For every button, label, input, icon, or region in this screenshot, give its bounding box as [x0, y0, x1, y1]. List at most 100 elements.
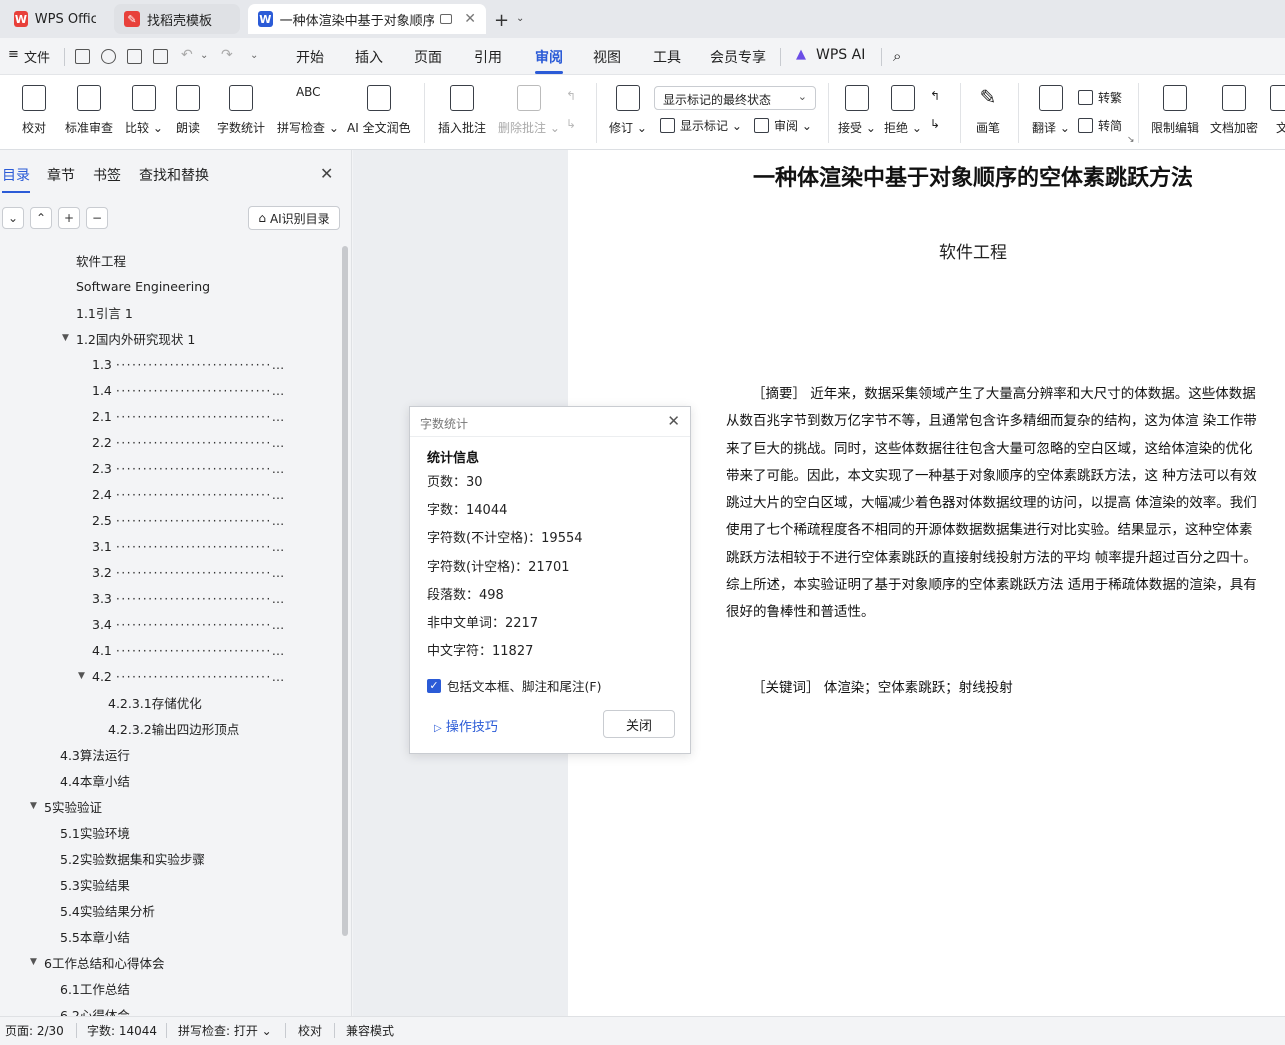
collapse-down-icon[interactable]: ⌄ — [2, 207, 24, 229]
spell-check-indicator[interactable]: 拼写检查: 打开 ⌄ — [178, 1022, 272, 1039]
tab-wps-office[interactable]: W WPS Office — [4, 4, 106, 34]
pen-button[interactable]: ✎ 画笔 — [976, 85, 1000, 136]
track-changes-button[interactable]: 修订 ⌄ — [609, 85, 647, 136]
expand-triangle-icon[interactable]: ▼ — [62, 333, 69, 343]
tab-bookmarks[interactable]: 书签 — [93, 165, 121, 185]
proofread-button[interactable]: 校对 — [22, 85, 46, 136]
expand-plus-icon[interactable]: + — [58, 207, 80, 229]
reject-button[interactable]: 拒绝 ⌄ — [884, 85, 922, 136]
toc-item[interactable]: 3.3 ·····························… — [0, 585, 286, 611]
close-tab-icon[interactable]: ✕ — [464, 11, 476, 27]
collapse-up-icon[interactable]: ⌃ — [30, 207, 52, 229]
toc-item[interactable]: Software Engineering — [0, 273, 210, 299]
proof-indicator[interactable]: 校对 — [298, 1022, 322, 1039]
menu-view[interactable]: 视图 — [593, 47, 621, 67]
toc-item[interactable]: 4.4本章小结 — [0, 767, 130, 793]
menu-start[interactable]: 开始 — [296, 47, 324, 67]
ai-toc-button[interactable]: ⌂ AI识别目录 — [248, 206, 340, 230]
standard-review-button[interactable]: 标准审查 — [65, 85, 113, 136]
read-aloud-button[interactable]: 朗读 — [176, 85, 200, 136]
encrypt-button[interactable]: 文档加密 — [1210, 85, 1258, 136]
toc-item[interactable]: 5.5本章小结 — [0, 923, 130, 949]
next-change-icon[interactable]: ↳ — [930, 117, 940, 131]
redo-icon[interactable]: ↷ — [221, 47, 233, 63]
toc-item[interactable]: 1.3 ·····························… — [0, 351, 286, 377]
toc-item[interactable]: 5.3实验结果 — [0, 871, 130, 897]
expand-triangle-icon[interactable]: ▼ — [78, 671, 85, 681]
tab-template[interactable]: ✎ 找稻壳模板 — [114, 4, 240, 34]
compare-button[interactable]: 比较 ⌄ — [125, 85, 163, 136]
toc-item[interactable]: 2.5 ·····························… — [0, 507, 286, 533]
toc-item[interactable]: 5.4实验结果分析 — [0, 897, 155, 923]
restrict-edit-button[interactable]: 限制编辑 — [1151, 85, 1199, 136]
toc-item[interactable]: 2.4 ·····························… — [0, 481, 286, 507]
menu-wps-ai[interactable]: WPS AI — [816, 47, 865, 63]
undo-icon[interactable]: ↶ — [181, 47, 193, 63]
toc-item[interactable]: 4.3算法运行 — [0, 741, 130, 767]
share-icon[interactable] — [101, 49, 116, 64]
collapse-minus-icon[interactable]: − — [86, 207, 108, 229]
print-preview-icon[interactable] — [153, 49, 168, 64]
toc-item[interactable]: 4.2.3.1存储优化 — [0, 689, 202, 715]
toc-item[interactable]: 1.4 ·····························… — [0, 377, 286, 403]
tab-toc[interactable]: 目录 — [2, 165, 30, 193]
expand-triangle-icon[interactable]: ▼ — [30, 957, 37, 967]
toc-item[interactable]: 6.2心得体会 — [0, 1001, 130, 1017]
show-markup-button[interactable]: 显示标记 ⌄ — [660, 117, 742, 134]
tab-chapters[interactable]: 章节 — [47, 165, 75, 185]
print-icon[interactable] — [127, 49, 142, 64]
hamburger-icon[interactable]: ≡ — [8, 47, 19, 62]
new-tab-icon[interactable]: + — [494, 10, 509, 31]
prev-comment-icon[interactable]: ↰ — [566, 89, 576, 103]
tips-link[interactable]: ▷ 操作技巧 — [434, 716, 498, 735]
ai-polish-button[interactable]: AI 全文润色 — [347, 85, 411, 136]
toc-item[interactable]: ▼ 6工作总结和心得体会 — [0, 949, 164, 975]
close-pane-icon[interactable]: ✕ — [320, 164, 333, 183]
toc-item[interactable]: ▼ 5实验验证 — [0, 793, 102, 819]
save-icon[interactable] — [75, 49, 90, 64]
toc-item[interactable]: 2.3 ·····························… — [0, 455, 286, 481]
toc-item[interactable]: 2.1 ·····························… — [0, 403, 286, 429]
page-indicator[interactable]: 页面: 2/30 — [5, 1022, 64, 1039]
to-traditional-button[interactable]: 转繁 — [1078, 89, 1122, 106]
word-count-indicator[interactable]: 字数: 14044 — [87, 1022, 157, 1039]
tab-document[interactable]: W 一种体渲染中基于对象顺序的 ✕ — [248, 4, 486, 34]
search-icon[interactable]: ⌕ — [893, 47, 901, 65]
more-button[interactable]: 文 — [1270, 85, 1285, 136]
toc-item[interactable]: 5.1实验环境 — [0, 819, 130, 845]
screen-icon[interactable] — [440, 14, 453, 24]
toc-item[interactable]: 4.2.3.2输出四边形顶点 — [0, 715, 239, 741]
toc-item[interactable]: ▼ 4.2 ·····························… — [0, 663, 286, 689]
close-button[interactable]: 关闭 — [603, 710, 675, 738]
toc-item[interactable]: 2.2 ·····························… — [0, 429, 286, 455]
toc-item[interactable]: 1.1引言 1 — [0, 299, 133, 325]
menu-member[interactable]: 会员专享 — [710, 47, 766, 67]
menu-tools[interactable]: 工具 — [653, 47, 681, 67]
toc-item[interactable]: 3.2 ·····························… — [0, 559, 286, 585]
tab-find-replace[interactable]: 查找和替换 — [139, 165, 209, 185]
menu-reference[interactable]: 引用 — [474, 47, 502, 67]
delete-comment-button[interactable]: 删除批注 ⌄ — [498, 85, 560, 136]
toc-item[interactable]: 6.1工作总结 — [0, 975, 130, 1001]
scrollbar[interactable] — [342, 246, 348, 936]
toc-item[interactable]: 3.4 ·····························… — [0, 611, 286, 637]
undo-dropdown-icon[interactable]: ⌄ — [200, 50, 208, 61]
toc-item[interactable]: 5.2实验数据集和实验步骤 — [0, 845, 205, 871]
quick-access-chevron-icon[interactable]: ⌄ — [250, 50, 258, 61]
markup-state-select[interactable]: 显示标记的最终状态 ⌄ — [654, 86, 816, 110]
toc-item[interactable]: 软件工程 — [0, 247, 126, 273]
toc-item[interactable]: ▼ 1.2国内外研究现状 1 — [0, 325, 195, 351]
next-comment-icon[interactable]: ↳ — [566, 117, 576, 131]
menu-review[interactable]: 审阅 — [535, 47, 563, 74]
translate-button[interactable]: 翻译 ⌄ — [1032, 85, 1070, 136]
word-count-button[interactable]: 字数统计 — [217, 85, 265, 136]
menu-page[interactable]: 页面 — [414, 47, 442, 67]
spell-check-button[interactable]: ABC 拼写检查 ⌄ — [277, 85, 339, 136]
tab-list-chevron-icon[interactable]: ⌄ — [516, 13, 524, 24]
prev-change-icon[interactable]: ↰ — [930, 89, 940, 103]
insert-comment-button[interactable]: 插入批注 — [438, 85, 486, 136]
close-icon[interactable]: ✕ — [667, 412, 680, 430]
menu-insert[interactable]: 插入 — [355, 47, 383, 67]
review-pane-button[interactable]: 审阅 ⌄ — [754, 117, 812, 134]
accept-button[interactable]: 接受 ⌄ — [838, 85, 876, 136]
